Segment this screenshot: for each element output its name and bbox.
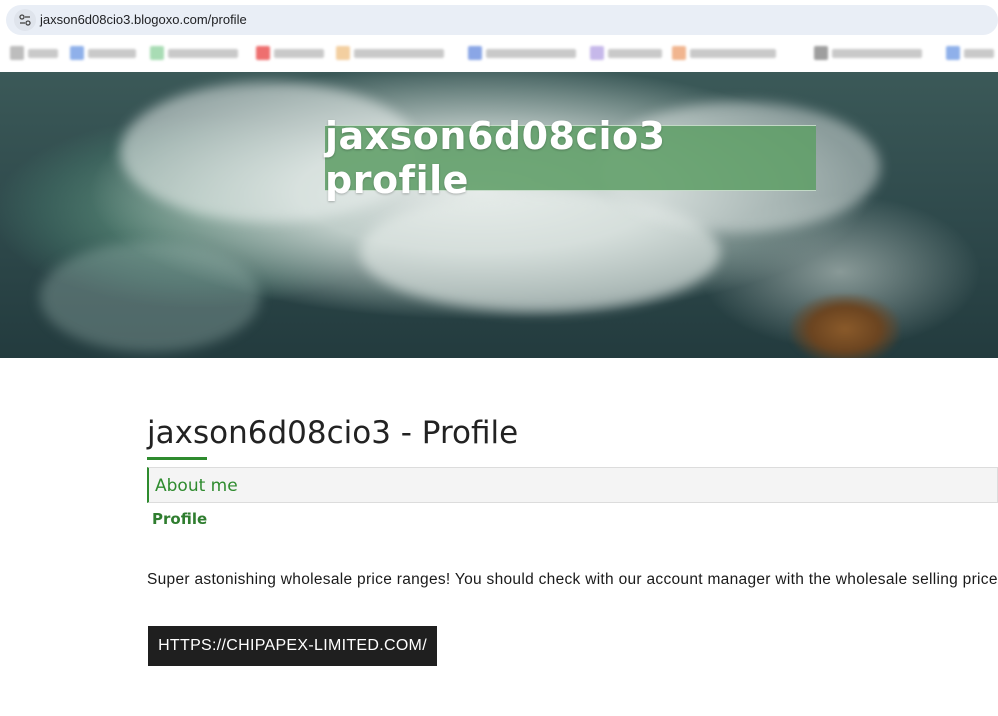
website-link-button[interactable]: HTTPS://CHIPAPEX-LIMITED.COM/ — [148, 626, 437, 666]
bookmark-item[interactable] — [150, 46, 240, 60]
hero-spray — [40, 242, 260, 352]
hero-title-box: jaxson6d08cio3 profile — [325, 114, 816, 202]
about-me-label: About me — [155, 476, 238, 496]
bookmarks-bar — [0, 40, 998, 70]
about-me-tab[interactable]: About me — [147, 467, 998, 503]
profile-section-label: Profile — [152, 510, 208, 528]
address-bar: jaxson6d08cio3.blogoxo.com/profile — [0, 0, 998, 40]
bookmark-item[interactable] — [814, 46, 924, 60]
url-text: jaxson6d08cio3.blogoxo.com/profile — [40, 12, 247, 27]
url-field[interactable]: jaxson6d08cio3.blogoxo.com/profile — [6, 5, 998, 35]
hero-banner: jaxson6d08cio3 profile — [0, 72, 998, 358]
bookmark-item[interactable] — [336, 46, 446, 60]
profile-description: Super astonishing wholesale price ranges… — [147, 571, 998, 588]
bookmark-item[interactable] — [672, 46, 778, 60]
page-title: jaxson6d08cio3 - Profile — [147, 415, 519, 451]
bookmark-item[interactable] — [946, 46, 996, 60]
hero-trees — [790, 294, 900, 358]
bookmark-item[interactable] — [256, 46, 326, 60]
bookmark-item[interactable] — [10, 46, 60, 60]
site-info-icon[interactable] — [14, 9, 36, 31]
hero-title: jaxson6d08cio3 profile — [325, 114, 666, 202]
bookmark-item[interactable] — [70, 46, 140, 60]
bookmark-item[interactable] — [468, 46, 578, 60]
title-underline — [147, 457, 207, 460]
bookmark-item[interactable] — [590, 46, 664, 60]
